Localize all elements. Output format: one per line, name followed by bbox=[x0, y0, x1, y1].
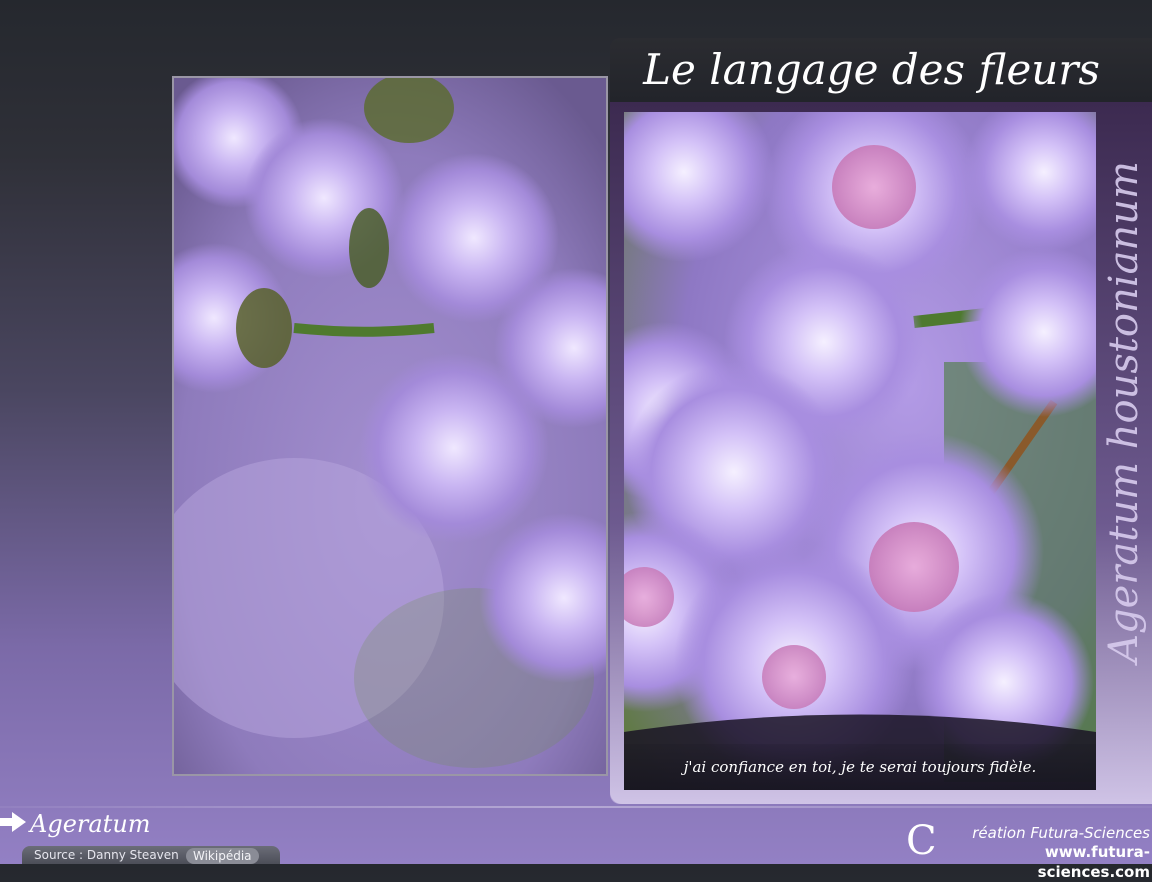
credit-logo-c: C bbox=[906, 818, 937, 864]
flower-photo-left bbox=[172, 76, 608, 776]
photo-source: Source : Danny Steaven bbox=[34, 848, 179, 862]
flower-common-name: Ageratum bbox=[30, 810, 151, 838]
latin-name: Ageratum houstonianum bbox=[1100, 112, 1148, 712]
arrow-right-icon bbox=[0, 810, 28, 834]
ageratum-photo-right bbox=[624, 112, 1096, 790]
ageratum-photo-left bbox=[174, 78, 606, 774]
latin-name-text: Ageratum houstonianum bbox=[1101, 161, 1148, 663]
source-badge[interactable]: Wikipédia bbox=[186, 848, 259, 864]
website-link[interactable]: www.futura-sciences.com bbox=[938, 842, 1150, 882]
flower-photo-right bbox=[624, 112, 1096, 790]
credit-text: réation Futura-Sciences bbox=[972, 824, 1150, 842]
page-title: Le langage des fleurs bbox=[643, 45, 1100, 94]
flower-meaning: j'ai confiance en toi, je te serai toujo… bbox=[683, 758, 1037, 776]
